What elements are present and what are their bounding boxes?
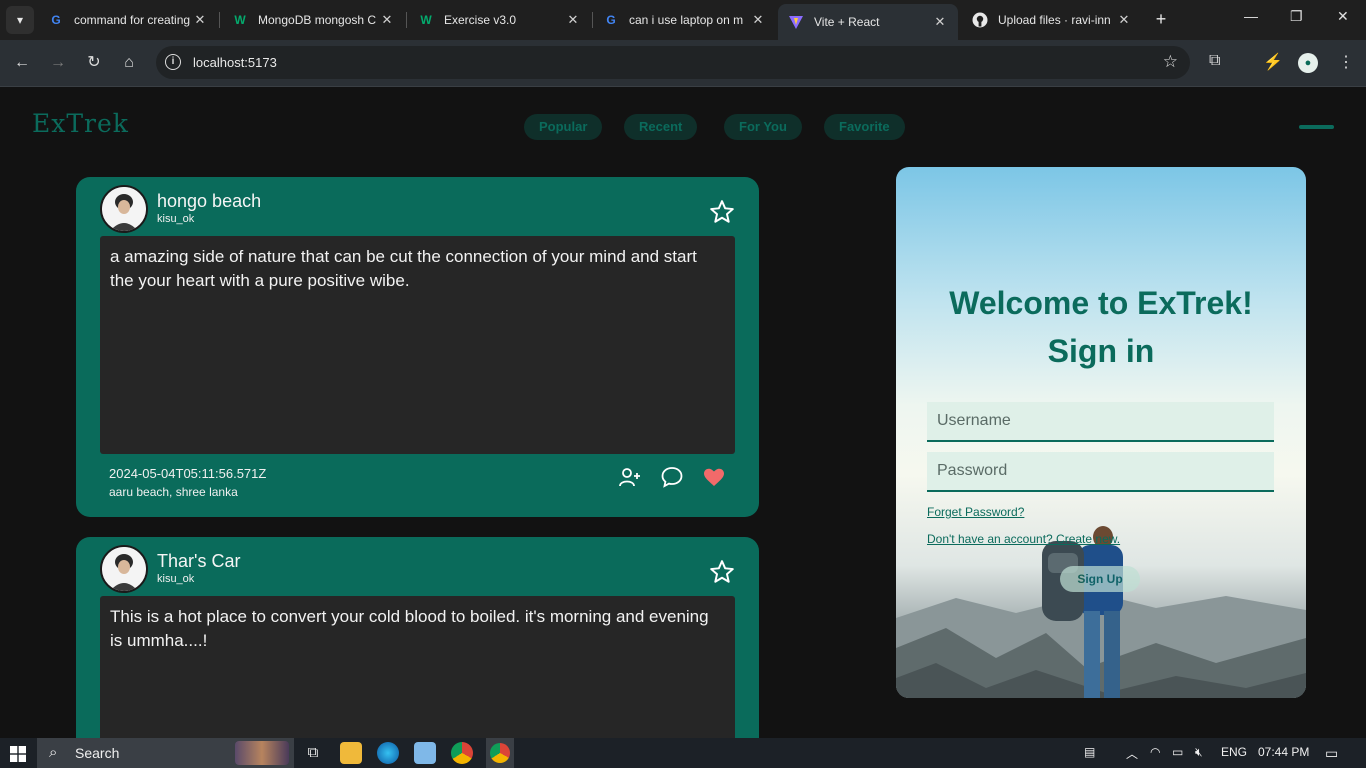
chrome-active-icon[interactable] — [486, 738, 514, 768]
forward-icon[interactable]: → — [47, 52, 69, 74]
edge-icon[interactable] — [377, 742, 399, 764]
browser-tab[interactable]: G can i use laptop on m ✕ — [593, 4, 776, 36]
google-icon: G — [51, 13, 61, 27]
browser-toolbar: ← → ↻ ⌂ i localhost:5173 ☆ ⧉ ⚡ ● ⋮ — [0, 40, 1366, 87]
tab-title: MongoDB mongosh C — [258, 13, 377, 27]
nav-recent[interactable]: Recent — [624, 114, 698, 140]
app-viewport: ExTrek Popular Recent For You Favorite h… — [0, 87, 1366, 738]
tab-separator — [219, 12, 220, 28]
create-account-link[interactable]: Don't have an account? Create new. — [927, 532, 1120, 546]
url-text[interactable]: localhost:5173 — [193, 55, 277, 70]
tab-search-button[interactable]: ▾ — [6, 6, 34, 34]
show-hidden-icons-icon[interactable]: ︿ — [1126, 745, 1138, 762]
windows-start-icon[interactable] — [10, 746, 26, 762]
chrome-menu-icon[interactable]: ⋮ — [1338, 52, 1354, 72]
notepad-icon[interactable] — [414, 742, 436, 764]
back-icon[interactable]: ← — [11, 52, 33, 74]
nav-favorite[interactable]: Favorite — [824, 114, 905, 140]
search-icon: ⌕ — [49, 744, 58, 761]
tab-title: command for creating — [74, 13, 191, 27]
extensions-icon[interactable]: ⧉ — [1209, 52, 1220, 70]
profile-avatar[interactable]: ● — [1298, 53, 1318, 73]
like-heart-icon[interactable] — [702, 465, 726, 489]
comment-icon[interactable] — [660, 465, 684, 489]
nav-for-you[interactable]: For You — [724, 114, 802, 140]
notifications-icon[interactable]: ▭ — [1325, 745, 1338, 762]
taskbar-search-box[interactable]: ⌕ Search — [37, 738, 294, 768]
bookmark-star-icon[interactable]: ☆ — [1163, 52, 1178, 72]
username-field[interactable]: Username — [927, 402, 1274, 442]
post-username[interactable]: kisu_ok — [157, 573, 194, 585]
login-heading: Welcome to ExTrek! Sign in — [896, 279, 1306, 375]
google-icon: G — [606, 13, 616, 27]
close-tab-icon[interactable]: ✕ — [932, 14, 948, 30]
windows-taskbar: ⌕ Search ⧉ ▤ ︿ ◠ ▭ 🔇︎ ENG 07:44 PM ▭ — [0, 738, 1366, 768]
tab-separator — [406, 12, 407, 28]
close-tab-icon[interactable]: ✕ — [192, 12, 208, 28]
post-body: a amazing side of nature that can be cut… — [100, 236, 735, 454]
brand-logo[interactable]: ExTrek — [32, 109, 129, 138]
w3schools-icon: W — [234, 13, 246, 27]
window-close-icon[interactable]: ✕ — [1337, 8, 1349, 25]
user-avatar[interactable] — [100, 185, 148, 233]
favorite-star-icon[interactable] — [709, 199, 735, 225]
post-username[interactable]: kisu_ok — [157, 213, 194, 225]
address-bar[interactable]: i localhost:5173 ☆ — [156, 46, 1190, 79]
post-card: Thar's Car kisu_ok This is a hot place t… — [76, 537, 759, 738]
language-indicator[interactable]: ENG — [1221, 745, 1247, 759]
tab-title: Vite + React — [814, 15, 880, 29]
file-explorer-icon[interactable] — [340, 742, 362, 764]
restore-icon[interactable]: ❐ — [1290, 8, 1303, 25]
tab-title: can i use laptop on m — [629, 13, 744, 27]
browser-tab[interactable]: W MongoDB mongosh C ✕ — [222, 4, 405, 36]
forgot-password-link[interactable]: Forget Password? — [927, 505, 1024, 519]
close-tab-icon[interactable]: ✕ — [750, 12, 766, 28]
follow-user-icon[interactable] — [618, 465, 642, 489]
w3schools-icon: W — [420, 13, 432, 27]
close-tab-icon[interactable]: ✕ — [565, 12, 581, 28]
favorite-star-icon[interactable] — [709, 559, 735, 585]
post-location: aaru beach, shree lanka — [109, 485, 238, 499]
vite-icon — [788, 14, 804, 30]
browser-tab[interactable]: W Exercise v3.0 ✕ — [408, 4, 591, 36]
minimize-icon[interactable]: — — [1244, 8, 1258, 24]
battery-icon[interactable]: ▭ — [1172, 745, 1183, 759]
tab-title: Exercise v3.0 — [444, 13, 517, 27]
browser-tab[interactable]: Upload files · ravi-inn ✕ — [962, 4, 1142, 36]
close-tab-icon[interactable]: ✕ — [379, 12, 395, 28]
news-widget-icon[interactable]: ▤ — [1084, 745, 1095, 759]
clock-time[interactable]: 07:44 PM — [1258, 745, 1309, 759]
login-heading-line1: Welcome to ExTrek! — [949, 285, 1253, 321]
password-field[interactable]: Password — [927, 452, 1274, 492]
volume-muted-icon[interactable]: 🔇︎ — [1195, 745, 1203, 760]
browser-tab-strip: ▾ G command for creating ✕ W MongoDB mon… — [0, 0, 1366, 40]
hiker-image — [1042, 526, 1123, 698]
new-tab-button[interactable]: + — [1150, 8, 1172, 30]
sign-up-button[interactable]: Sign Up — [1060, 566, 1140, 592]
taskbar-search-placeholder: Search — [75, 745, 120, 761]
close-tab-icon[interactable]: ✕ — [1116, 12, 1132, 28]
site-info-icon[interactable]: i — [165, 54, 181, 70]
chrome-icon[interactable] — [451, 742, 473, 764]
search-highlight-image — [235, 741, 289, 765]
menu-icon[interactable] — [1299, 125, 1334, 129]
task-view-icon[interactable]: ⧉ — [302, 742, 324, 764]
browser-tab[interactable]: G command for creating ✕ — [38, 4, 218, 36]
home-icon[interactable]: ⌂ — [118, 52, 140, 74]
post-title: Thar's Car — [157, 551, 241, 571]
tab-title: Upload files · ravi-inn — [998, 13, 1111, 27]
post-title: hongo beach — [157, 191, 262, 211]
login-panel: Welcome to ExTrek! Sign in Username Pass… — [896, 167, 1306, 698]
browser-tab-active[interactable]: Vite + React ✕ — [778, 4, 958, 40]
reload-icon[interactable]: ↻ — [83, 52, 105, 74]
post-date: 2024-05-04T05:11:56.571Z — [109, 466, 267, 481]
wifi-icon[interactable]: ◠ — [1150, 745, 1160, 759]
user-avatar[interactable] — [100, 545, 148, 593]
post-body: This is a hot place to convert your cold… — [100, 596, 735, 738]
nav-popular[interactable]: Popular — [524, 114, 603, 140]
performance-icon[interactable]: ⚡ — [1263, 52, 1283, 72]
login-heading-line2: Sign in — [1047, 333, 1155, 369]
post-card: hongo beach kisu_ok a amazing side of na… — [76, 177, 759, 517]
github-icon — [972, 12, 988, 28]
